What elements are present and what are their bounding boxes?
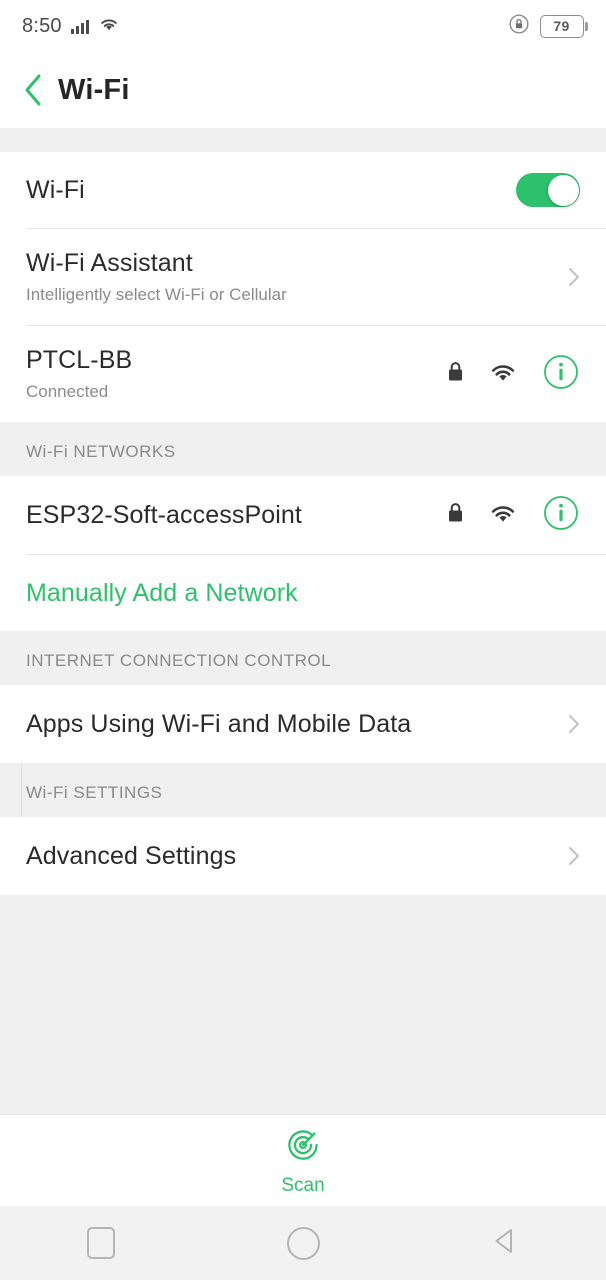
advanced-settings-label: Advanced Settings bbox=[26, 842, 237, 870]
wifi-signal-icon bbox=[488, 361, 518, 388]
lock-icon bbox=[447, 502, 464, 528]
apps-using-data-label: Apps Using Wi-Fi and Mobile Data bbox=[26, 710, 412, 738]
connected-network-ssid: PTCL-BB bbox=[26, 346, 133, 375]
apps-using-data-row[interactable]: Apps Using Wi-Fi and Mobile Data bbox=[0, 685, 606, 763]
status-bar-left: 8:50 bbox=[22, 15, 120, 38]
settings-list: Wi-Fi Wi-Fi Assistant Intelligently sele… bbox=[0, 152, 606, 1114]
page-title: Wi-Fi bbox=[58, 73, 130, 106]
battery-indicator: 79 bbox=[539, 14, 588, 38]
wifi-icon bbox=[98, 15, 120, 37]
info-circle-icon[interactable] bbox=[542, 494, 580, 537]
wifi-toggle-card: Wi-Fi Wi-Fi Assistant Intelligently sele… bbox=[0, 152, 606, 422]
advanced-settings-row[interactable]: Advanced Settings bbox=[0, 817, 606, 895]
system-nav-bar bbox=[0, 1206, 606, 1280]
back-chevron-icon[interactable] bbox=[22, 73, 44, 107]
title-bar: Wi-Fi bbox=[0, 52, 606, 128]
status-time: 8:50 bbox=[22, 14, 62, 37]
wifi-toggle-row[interactable]: Wi-Fi bbox=[0, 152, 606, 228]
internet-section-header: INTERNET CONNECTION CONTROL bbox=[0, 631, 606, 685]
status-bar: 8:50 79 bbox=[0, 0, 606, 52]
connected-network-row[interactable]: PTCL-BB Connected bbox=[0, 326, 606, 422]
connected-network-icons bbox=[447, 353, 580, 396]
wifi-toggle-label: Wi-Fi bbox=[26, 176, 85, 204]
list-empty-space bbox=[0, 895, 606, 1114]
manually-add-network-label: Manually Add a Network bbox=[26, 579, 298, 607]
status-bar-right: 79 bbox=[508, 13, 588, 40]
wifi-assistant-subtitle: Intelligently select Wi-Fi or Cellular bbox=[26, 285, 287, 305]
header-spacer bbox=[0, 128, 606, 152]
back-triangle-icon bbox=[488, 1224, 522, 1263]
chevron-right-icon bbox=[568, 846, 580, 866]
radar-scan-icon[interactable] bbox=[283, 1125, 323, 1170]
network-icons bbox=[447, 494, 580, 537]
battery-percent: 79 bbox=[553, 18, 570, 34]
network-row[interactable]: ESP32-Soft-accessPoint bbox=[0, 476, 606, 554]
recents-square-icon bbox=[87, 1227, 115, 1259]
manually-add-network-row[interactable]: Manually Add a Network bbox=[0, 555, 606, 631]
settings-section-header: Wi-Fi SETTINGS bbox=[0, 763, 606, 817]
cellular-signal-icon bbox=[70, 18, 89, 34]
wifi-assistant-row[interactable]: Wi-Fi Assistant Intelligently select Wi-… bbox=[0, 229, 606, 325]
networks-section-header: Wi-Fi NETWORKS bbox=[0, 422, 606, 476]
info-circle-icon[interactable] bbox=[542, 353, 580, 396]
home-circle-icon bbox=[286, 1226, 320, 1260]
home-button[interactable] bbox=[258, 1206, 348, 1280]
toggle-knob bbox=[547, 174, 579, 206]
phone-screen: 8:50 79 Wi-Fi Wi-Fi Wi-Fi Assistant Inte… bbox=[0, 0, 606, 1280]
wifi-toggle-switch[interactable] bbox=[516, 173, 580, 207]
wifi-assistant-title: Wi-Fi Assistant bbox=[26, 249, 193, 278]
settings-card: Advanced Settings bbox=[0, 817, 606, 895]
back-button[interactable] bbox=[460, 1206, 550, 1280]
connected-network-status: Connected bbox=[26, 382, 109, 402]
screen-lock-rotation-icon bbox=[508, 13, 530, 40]
wifi-signal-icon bbox=[488, 502, 518, 529]
chevron-right-icon bbox=[568, 267, 580, 287]
scan-bar[interactable]: Scan bbox=[0, 1114, 606, 1206]
networks-card: ESP32-Soft-accessPoint Manually Add a Ne… bbox=[0, 476, 606, 631]
scan-label: Scan bbox=[281, 1174, 325, 1196]
recents-button[interactable] bbox=[56, 1206, 146, 1280]
internet-card: Apps Using Wi-Fi and Mobile Data bbox=[0, 685, 606, 763]
chevron-right-icon bbox=[568, 714, 580, 734]
lock-icon bbox=[447, 361, 464, 387]
network-ssid: ESP32-Soft-accessPoint bbox=[26, 501, 302, 529]
